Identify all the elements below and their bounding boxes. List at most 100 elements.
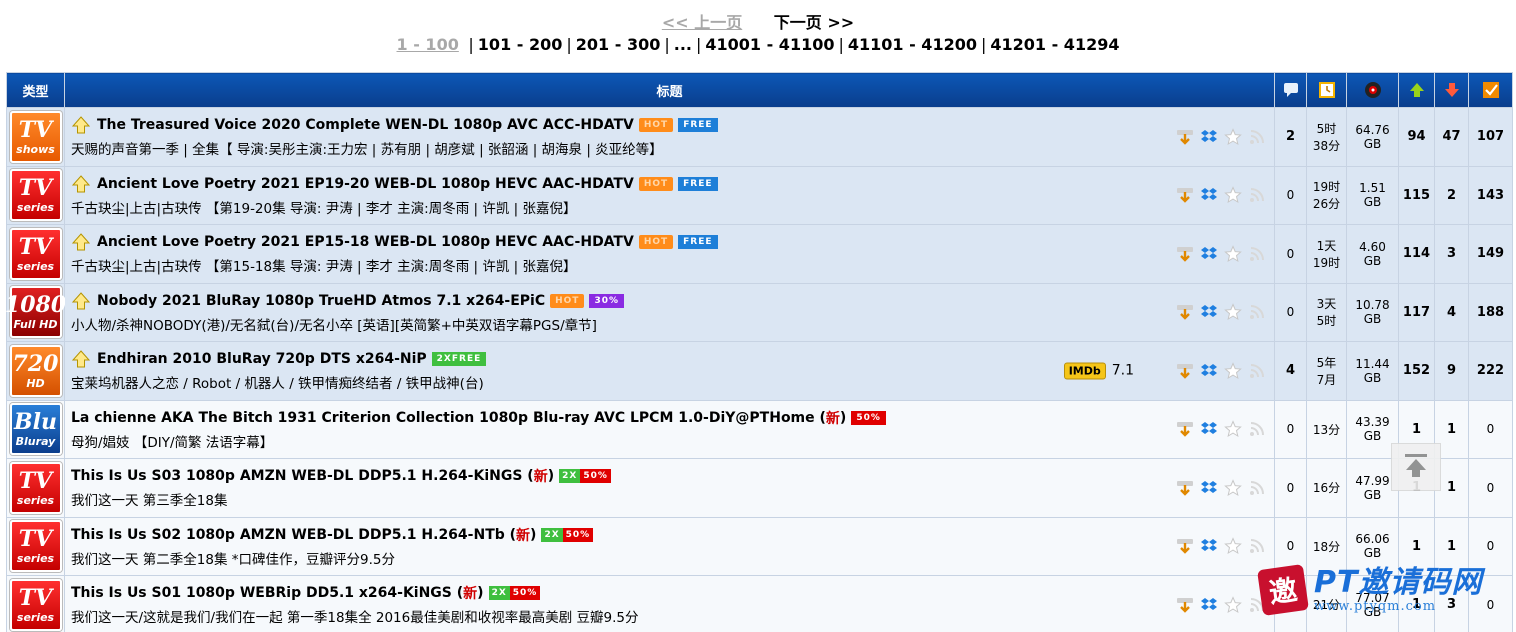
category-icon[interactable]: TV series <box>9 461 62 514</box>
dropbox-icon[interactable] <box>1200 245 1218 263</box>
comments-value[interactable]: 0 <box>1287 481 1295 495</box>
bookmark-star-icon[interactable] <box>1224 595 1242 614</box>
torrent-name-link[interactable]: The Treasured Voice 2020 Complete WEN-DL… <box>97 117 634 133</box>
rss-icon[interactable] <box>1248 479 1266 497</box>
download-icon[interactable] <box>1176 245 1194 263</box>
dropbox-icon[interactable] <box>1200 479 1218 497</box>
comments-value[interactable]: 0 <box>1287 422 1295 436</box>
seeders-value[interactable]: 1 <box>1412 539 1421 554</box>
bookmark-star-icon[interactable] <box>1224 244 1242 263</box>
completed-value[interactable]: 143 <box>1477 188 1504 203</box>
completed-value[interactable]: 222 <box>1477 363 1504 378</box>
back-to-top-button[interactable] <box>1391 443 1441 491</box>
leechers-value[interactable]: 1 <box>1447 422 1456 437</box>
torrent-name-link[interactable]: Endhiran 2010 BluRay 720p DTS x264-NiP <box>97 351 427 367</box>
imdb-rating[interactable]: IMDb 7.1 <box>1063 362 1134 380</box>
torrent-name-link[interactable]: This Is Us S03 1080p AMZN WEB-DL DDP5.1 … <box>71 468 522 484</box>
completed-value[interactable]: 149 <box>1477 246 1504 261</box>
bookmark-star-icon[interactable] <box>1224 537 1242 555</box>
completed-value[interactable]: 0 <box>1487 422 1495 436</box>
dropbox-icon[interactable] <box>1200 537 1218 555</box>
leechers-value[interactable]: 1 <box>1447 480 1456 495</box>
category-icon[interactable]: TV series <box>9 169 62 222</box>
category-icon[interactable]: 1080 Full HD <box>5 286 66 339</box>
download-icon[interactable] <box>1176 128 1194 146</box>
category-icon[interactable]: TV series <box>9 578 62 631</box>
comments-value[interactable]: 2 <box>1286 129 1295 144</box>
prev-page-link[interactable]: << 上一页 <box>662 13 742 32</box>
download-icon[interactable] <box>1176 186 1194 204</box>
comments-value[interactable]: 0 <box>1287 247 1295 261</box>
seeders-value[interactable]: 117 <box>1403 305 1430 320</box>
page-link[interactable]: 101 - 200 <box>478 35 563 54</box>
completed-value[interactable]: 107 <box>1477 129 1504 144</box>
rss-icon[interactable] <box>1248 303 1266 321</box>
rss-icon[interactable] <box>1248 362 1266 380</box>
download-icon[interactable] <box>1176 362 1194 380</box>
page-link[interactable]: 41101 - 41200 <box>848 35 977 54</box>
download-icon[interactable] <box>1176 303 1194 321</box>
leechers-value[interactable]: 2 <box>1447 188 1456 203</box>
category-icon[interactable]: TV series <box>9 227 62 280</box>
download-icon[interactable] <box>1176 537 1194 555</box>
download-icon[interactable] <box>1176 420 1194 438</box>
next-page-link[interactable]: 下一页 >> <box>774 13 854 32</box>
seeders-value[interactable]: 1 <box>1412 422 1421 437</box>
bookmark-star-icon[interactable] <box>1224 127 1242 146</box>
download-icon[interactable] <box>1176 596 1194 614</box>
rss-icon[interactable] <box>1248 420 1266 438</box>
rss-icon[interactable] <box>1248 186 1266 204</box>
seeders-value[interactable]: 94 <box>1407 129 1425 144</box>
page-link[interactable]: 41001 - 41100 <box>705 35 834 54</box>
header-time[interactable] <box>1306 72 1347 108</box>
page-link[interactable]: 201 - 300 <box>576 35 661 54</box>
completed-value[interactable]: 0 <box>1487 481 1495 495</box>
download-icon[interactable] <box>1176 479 1194 497</box>
bookmark-star-icon[interactable] <box>1224 303 1242 321</box>
comments-value[interactable]: 4 <box>1286 363 1295 378</box>
torrent-name-link[interactable]: Ancient Love Poetry 2021 EP19-20 WEB-DL … <box>97 176 634 192</box>
leechers-value[interactable]: 9 <box>1447 363 1456 378</box>
category-icon[interactable]: 720 HD <box>9 344 62 397</box>
rss-icon[interactable] <box>1248 245 1266 263</box>
completed-value[interactable]: 0 <box>1487 539 1495 553</box>
page-link[interactable]: ... <box>674 35 692 54</box>
bookmark-star-icon[interactable] <box>1224 478 1242 497</box>
rss-icon[interactable] <box>1248 537 1266 555</box>
seeders-value[interactable]: 115 <box>1403 188 1430 203</box>
dropbox-icon[interactable] <box>1200 596 1218 614</box>
leechers-value[interactable]: 47 <box>1442 129 1460 144</box>
category-icon[interactable]: TV series <box>9 520 62 573</box>
bookmark-star-icon[interactable] <box>1224 420 1242 438</box>
dropbox-icon[interactable] <box>1200 186 1218 204</box>
rss-icon[interactable] <box>1248 128 1266 146</box>
dropbox-icon[interactable] <box>1200 303 1218 321</box>
completed-value[interactable]: 188 <box>1477 305 1504 320</box>
category-icon[interactable]: TV shows <box>9 110 62 163</box>
torrent-name-link[interactable]: La chienne AKA The Bitch 1931 Criterion … <box>71 410 815 426</box>
category-icon[interactable]: Blu Bluray <box>9 403 62 456</box>
header-comments[interactable] <box>1274 72 1307 108</box>
dropbox-icon[interactable] <box>1200 420 1218 438</box>
header-leechers[interactable] <box>1434 72 1469 108</box>
header-seeders[interactable] <box>1398 72 1435 108</box>
torrent-name-link[interactable]: This Is Us S02 1080p AMZN WEB-DL DDP5.1 … <box>71 527 505 543</box>
leechers-value[interactable]: 3 <box>1447 246 1456 261</box>
torrent-name-link[interactable]: Nobody 2021 BluRay 1080p TrueHD Atmos 7.… <box>97 293 545 309</box>
leechers-value[interactable]: 1 <box>1447 539 1456 554</box>
leechers-value[interactable]: 4 <box>1447 305 1456 320</box>
header-completed[interactable] <box>1468 72 1513 108</box>
dropbox-icon[interactable] <box>1200 128 1218 146</box>
torrent-name-link[interactable]: This Is Us S01 1080p WEBRip DD5.1 x264-K… <box>71 585 452 601</box>
torrent-name-link[interactable]: Ancient Love Poetry 2021 EP15-18 WEB-DL … <box>97 234 634 250</box>
bookmark-star-icon[interactable] <box>1224 186 1242 204</box>
comments-value[interactable]: 0 <box>1287 305 1295 319</box>
seeders-value[interactable]: 114 <box>1403 246 1430 261</box>
header-size[interactable] <box>1346 72 1399 108</box>
seeders-value[interactable]: 152 <box>1403 363 1430 378</box>
dropbox-icon[interactable] <box>1200 362 1218 380</box>
header-title[interactable]: 标题 <box>64 72 1275 108</box>
bookmark-star-icon[interactable] <box>1224 361 1242 380</box>
header-type[interactable]: 类型 <box>6 72 65 108</box>
page-link[interactable]: 41201 - 41294 <box>990 35 1119 54</box>
